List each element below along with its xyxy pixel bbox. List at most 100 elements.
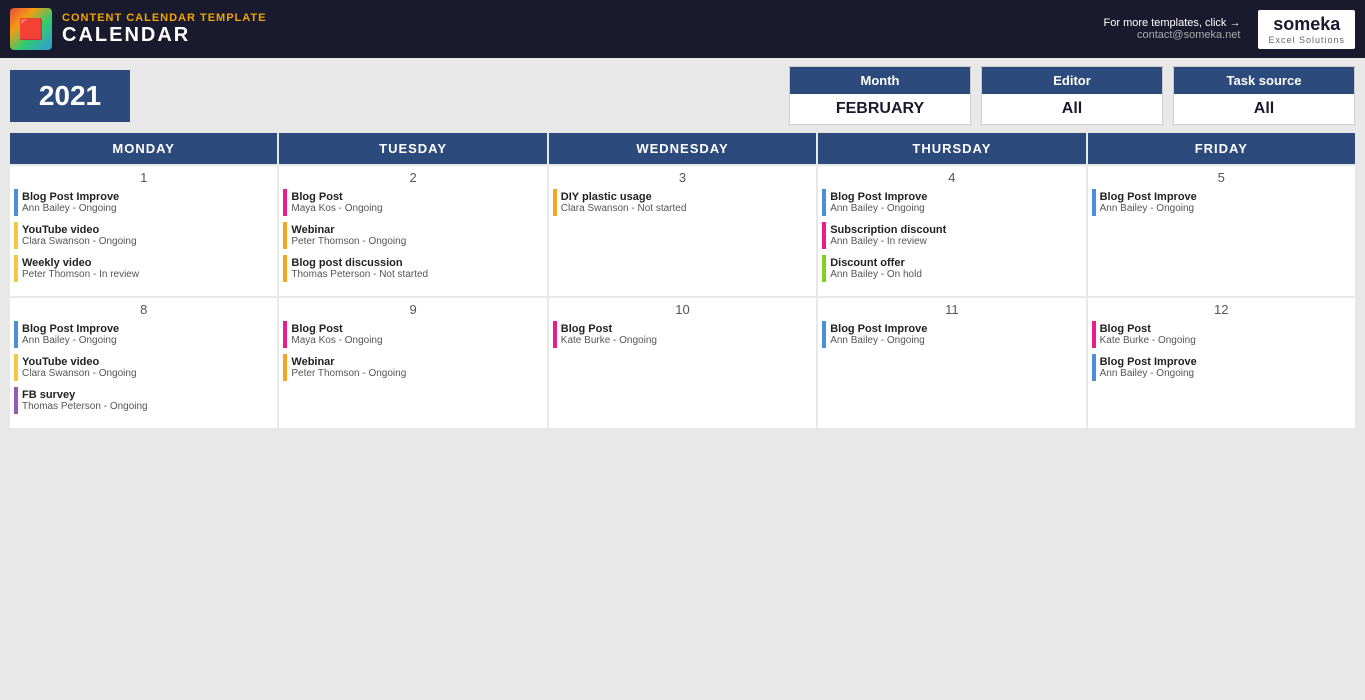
top-header: 🟥 CONTENT CALENDAR TEMPLATE CALENDAR For… <box>0 0 1365 58</box>
day-number: 11 <box>822 302 1081 317</box>
day-number: 9 <box>283 302 542 317</box>
logo-area: 🟥 CONTENT CALENDAR TEMPLATE CALENDAR <box>10 8 266 50</box>
calendar-day-4: 4 Blog Post Improve Ann Bailey - Ongoing… <box>818 166 1085 296</box>
task-meta: Clara Swanson - Not started <box>561 203 812 214</box>
calendar-day-3: 3 DIY plastic usage Clara Swanson - Not … <box>549 166 816 296</box>
task-item: Blog Post Maya Kos - Ongoing <box>283 189 542 216</box>
editor-filter[interactable]: Editor All <box>981 66 1163 125</box>
header-right: For more templates, click → contact@some… <box>1104 10 1355 49</box>
calendar-day-1: 1 Blog Post Improve Ann Bailey - Ongoing… <box>10 166 277 296</box>
task-meta: Peter Thomson - Ongoing <box>291 236 542 247</box>
task-meta: Peter Thomson - Ongoing <box>291 368 542 379</box>
task-title: FB survey <box>22 389 273 401</box>
task-source-value[interactable]: All <box>1174 94 1354 124</box>
task-source-filter[interactable]: Task source All <box>1173 66 1355 125</box>
task-title: YouTube video <box>22 224 273 236</box>
calendar-container: MONDAY TUESDAY WEDNESDAY THURSDAY FRIDAY… <box>0 133 1365 440</box>
filter-row: 2021 Month FEBRUARY Editor All Task sour… <box>0 58 1365 133</box>
task-title: Webinar <box>291 356 542 368</box>
day-header-tuesday: TUESDAY <box>279 133 546 164</box>
header-main-title: CALENDAR <box>62 24 266 47</box>
day-number: 3 <box>553 170 812 185</box>
header-text-block: For more templates, click → contact@some… <box>1104 17 1241 41</box>
task-title: Blog Post Improve <box>22 191 273 203</box>
task-meta: Thomas Peterson - Ongoing <box>22 401 273 412</box>
task-meta: Thomas Peterson - Not started <box>291 269 542 280</box>
brand-name: someka <box>1273 14 1340 35</box>
logo-icon: 🟥 <box>10 8 52 50</box>
task-meta: Peter Thomson - In review <box>22 269 273 280</box>
task-item: Blog Post Kate Burke - Ongoing <box>553 321 812 348</box>
task-title: Blog Post Improve <box>1100 191 1351 203</box>
task-item: YouTube video Clara Swanson - Ongoing <box>14 222 273 249</box>
day-header-monday: MONDAY <box>10 133 277 164</box>
task-item: Blog post discussion Thomas Peterson - N… <box>283 255 542 282</box>
task-item: Webinar Peter Thomson - Ongoing <box>283 354 542 381</box>
calendar-day-10: 10 Blog Post Kate Burke - Ongoing <box>549 298 816 428</box>
task-item: FB survey Thomas Peterson - Ongoing <box>14 387 273 414</box>
task-meta: Ann Bailey - Ongoing <box>830 203 1081 214</box>
day-number: 12 <box>1092 302 1351 317</box>
task-meta: Clara Swanson - Ongoing <box>22 368 273 379</box>
task-item: Blog Post Kate Burke - Ongoing <box>1092 321 1351 348</box>
task-title: Webinar <box>291 224 542 236</box>
task-title: Weekly video <box>22 257 273 269</box>
calendar-day-5: 5 Blog Post Improve Ann Bailey - Ongoing <box>1088 166 1355 296</box>
month-label: Month <box>790 67 970 94</box>
task-meta: Clara Swanson - Ongoing <box>22 236 273 247</box>
task-meta: Maya Kos - Ongoing <box>291 203 542 214</box>
task-title: Blog Post <box>291 323 542 335</box>
task-meta: Ann Bailey - Ongoing <box>1100 368 1351 379</box>
editor-label: Editor <box>982 67 1162 94</box>
day-header-friday: FRIDAY <box>1088 133 1355 164</box>
task-title: Blog Post <box>291 191 542 203</box>
task-item: YouTube video Clara Swanson - Ongoing <box>14 354 273 381</box>
task-meta: Kate Burke - Ongoing <box>561 335 812 346</box>
day-number: 1 <box>14 170 273 185</box>
task-meta: Ann Bailey - Ongoing <box>22 335 273 346</box>
task-item: Blog Post Maya Kos - Ongoing <box>283 321 542 348</box>
month-value[interactable]: FEBRUARY <box>790 94 970 124</box>
task-item: Webinar Peter Thomson - Ongoing <box>283 222 542 249</box>
task-item: DIY plastic usage Clara Swanson - Not st… <box>553 189 812 216</box>
task-meta: Ann Bailey - In review <box>830 236 1081 247</box>
calendar-header-row: MONDAY TUESDAY WEDNESDAY THURSDAY FRIDAY <box>10 133 1355 164</box>
task-item: Blog Post Improve Ann Bailey - Ongoing <box>822 189 1081 216</box>
someka-brand: someka Excel Solutions <box>1258 10 1355 49</box>
task-title: DIY plastic usage <box>561 191 812 203</box>
task-item: Blog Post Improve Ann Bailey - Ongoing <box>14 321 273 348</box>
calendar-day-11: 11 Blog Post Improve Ann Bailey - Ongoin… <box>818 298 1085 428</box>
task-item: Subscription discount Ann Bailey - In re… <box>822 222 1081 249</box>
day-header-thursday: THURSDAY <box>818 133 1085 164</box>
day-number: 8 <box>14 302 273 317</box>
header-contact: contact@someka.net <box>1104 29 1241 41</box>
day-number: 4 <box>822 170 1081 185</box>
task-title: Discount offer <box>830 257 1081 269</box>
month-filter[interactable]: Month FEBRUARY <box>789 66 971 125</box>
year-badge: 2021 <box>10 70 130 122</box>
day-header-wednesday: WEDNESDAY <box>549 133 816 164</box>
calendar-week-2: 8 Blog Post Improve Ann Bailey - Ongoing… <box>10 298 1355 428</box>
task-item: Discount offer Ann Bailey - On hold <box>822 255 1081 282</box>
day-number: 5 <box>1092 170 1351 185</box>
task-meta: Ann Bailey - Ongoing <box>830 335 1081 346</box>
calendar-day-2: 2 Blog Post Maya Kos - Ongoing Webinar P… <box>279 166 546 296</box>
task-title: Blog Post <box>1100 323 1351 335</box>
editor-value[interactable]: All <box>982 94 1162 124</box>
task-title: Blog post discussion <box>291 257 542 269</box>
calendar-week-1: 1 Blog Post Improve Ann Bailey - Ongoing… <box>10 166 1355 296</box>
task-item: Blog Post Improve Ann Bailey - Ongoing <box>14 189 273 216</box>
calendar-day-12: 12 Blog Post Kate Burke - Ongoing Blog P… <box>1088 298 1355 428</box>
task-title: YouTube video <box>22 356 273 368</box>
task-title: Blog Post Improve <box>22 323 273 335</box>
calendar-day-9: 9 Blog Post Maya Kos - Ongoing Webinar P… <box>279 298 546 428</box>
task-item: Blog Post Improve Ann Bailey - Ongoing <box>1092 189 1351 216</box>
task-meta: Ann Bailey - Ongoing <box>1100 203 1351 214</box>
header-subtitle: CONTENT CALENDAR TEMPLATE <box>62 12 266 24</box>
task-source-label: Task source <box>1174 67 1354 94</box>
task-meta: Ann Bailey - Ongoing <box>22 203 273 214</box>
header-title-block: CONTENT CALENDAR TEMPLATE CALENDAR <box>62 12 266 47</box>
task-title: Blog Post Improve <box>830 191 1081 203</box>
header-click-text[interactable]: For more templates, click → <box>1104 17 1241 29</box>
task-meta: Kate Burke - Ongoing <box>1100 335 1351 346</box>
